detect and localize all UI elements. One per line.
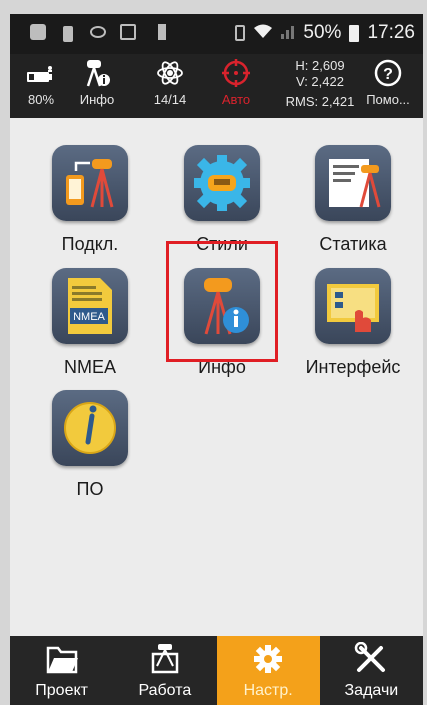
screenshot-icon (120, 24, 136, 40)
svg-text:NMEA: NMEA (73, 311, 105, 323)
help-button[interactable]: ? Помо... (354, 58, 422, 107)
interface-icon (315, 268, 391, 344)
satellite-icon (157, 61, 183, 85)
tools-icon (355, 642, 386, 672)
system-indicators: 50% 17:26 (235, 22, 415, 44)
tile-label: ПО (76, 479, 104, 499)
receiver-info-icon (86, 60, 110, 87)
firmware-icon (52, 390, 128, 466)
tile-label: Подкл. (61, 234, 119, 254)
nav-label: Настр. (243, 682, 293, 699)
help-icon: ? (374, 59, 402, 87)
receiver-info-label: Инфо (79, 92, 115, 107)
help-label: Помо... (366, 92, 410, 107)
receiver-battery-label: 80% (27, 92, 55, 107)
crosshair-icon (222, 59, 250, 87)
notification-bar-icon (158, 24, 166, 40)
notification-app-icon (30, 24, 46, 40)
tile-label: Интерфейс (305, 357, 401, 377)
battery-percent: 50% (303, 22, 342, 43)
receiver-battery[interactable]: 80% (16, 58, 66, 107)
connect-icon (52, 145, 128, 221)
nav-label: Работа (138, 682, 192, 699)
eye-icon (90, 26, 106, 38)
nav-label: Задачи (344, 682, 399, 699)
bottom-navigation: Проект Работа Настр. Задачи (10, 636, 423, 705)
satellites-status[interactable]: 14/14 (140, 58, 200, 107)
notification-icons (30, 24, 166, 44)
solution-status[interactable]: Авто (210, 58, 262, 107)
tile-nmea[interactable]: NMEA NMEA (25, 268, 155, 378)
nmea-icon: NMEA (52, 268, 128, 344)
satellites-count: 14/14 (153, 92, 187, 107)
nav-tasks[interactable]: Задачи (320, 636, 423, 705)
receiver-info[interactable]: Инфо (72, 58, 122, 107)
selection-highlight (166, 241, 278, 362)
battery-icon (349, 24, 360, 42)
tile-label: Статика (319, 234, 387, 254)
tile-firmware[interactable]: ПО (25, 390, 155, 500)
tile-static[interactable]: Статика (288, 145, 418, 255)
signal-icon (281, 23, 295, 43)
survey-icon (151, 644, 179, 674)
nav-label: Проект (35, 682, 88, 699)
device-screen: 50% 17:26 80% Инфо 14/14 Авто H: 2,609 V… (10, 14, 423, 705)
tile-styles[interactable]: Стили (157, 145, 287, 255)
lock-icon (63, 26, 73, 42)
solution-label: Авто (221, 92, 251, 107)
settings-icon (254, 645, 283, 673)
clock: 17:26 (367, 22, 415, 43)
svg-text:?: ? (383, 66, 393, 83)
app-toolbar: 80% Инфо 14/14 Авто H: 2,609 V: 2,422 RM… (10, 54, 423, 118)
nav-survey[interactable]: Работа (113, 636, 216, 705)
status-bar: 50% 17:26 (10, 14, 423, 54)
tile-label: NMEA (63, 357, 116, 377)
wifi-icon (253, 23, 273, 44)
nav-project[interactable]: Проект (10, 636, 113, 705)
nav-settings[interactable]: Настр. (216, 636, 320, 705)
tile-connect[interactable]: Подкл. (25, 145, 155, 255)
folder-icon (46, 646, 78, 674)
tile-interface[interactable]: Интерфейс (288, 268, 418, 378)
styles-icon (184, 145, 260, 221)
settings-grid: Подкл. Стили Статика NMEA NMEA Инфо Инте… (10, 118, 423, 636)
static-icon (315, 145, 391, 221)
vibrate-icon (235, 25, 246, 41)
receiver-battery-icon (27, 66, 52, 82)
